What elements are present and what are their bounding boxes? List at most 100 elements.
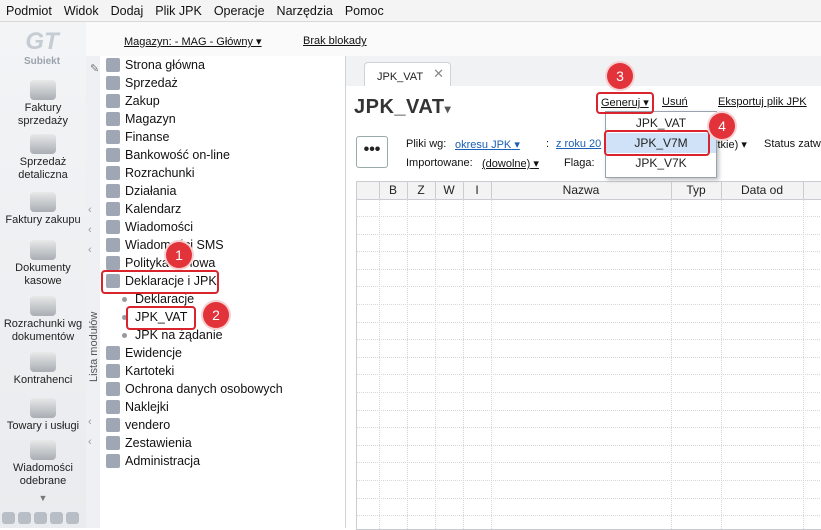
launcher-rozrachunki[interactable]: Rozrachunki wg dokumentów <box>0 296 86 344</box>
menu-operacje[interactable]: Operacje <box>208 4 271 18</box>
tree-item-bankowosc[interactable]: Bankowość on-line <box>106 146 230 164</box>
chevron-down-icon: ▾ <box>256 36 262 48</box>
tree-item-vendero[interactable]: vendero <box>106 416 170 434</box>
chevron-down-icon: ▾ <box>514 139 520 151</box>
menu-podmiot[interactable]: Podmiot <box>0 4 58 18</box>
blokady-link[interactable]: Brak blokady <box>303 35 367 47</box>
launcher-faktury-zakupu[interactable]: Faktury zakupu <box>0 192 86 227</box>
admin-icon <box>106 454 120 468</box>
step-badge-4: 4 <box>709 113 735 139</box>
jpk-grid[interactable]: B Z W I Nazwa Typ Data od <box>356 181 821 530</box>
grid-col-typ[interactable]: Typ <box>671 182 722 199</box>
tree-item-ochrona-danych[interactable]: Ochrona danych osobowych <box>106 380 283 398</box>
launcher-kontrahenci[interactable]: Kontrahenci <box>0 352 86 387</box>
tree-item-finanse[interactable]: Finanse <box>106 128 169 146</box>
grid-row-line <box>357 480 821 481</box>
small-view-icon[interactable] <box>2 512 15 524</box>
launcher-bottom-icons <box>2 512 79 524</box>
tab-jpk-vat[interactable]: JPK_VAT ✕ <box>364 62 451 89</box>
finance-icon <box>106 130 120 144</box>
collapse-chevron-icon[interactable]: ‹ <box>88 204 92 216</box>
warehouse-icon <box>106 112 120 126</box>
more-options-button[interactable]: ••• <box>356 136 388 168</box>
dropdown-item-jpk-v7k[interactable]: JPK_V7K <box>606 153 716 173</box>
colon-separator: : <box>546 138 550 150</box>
export-jpk-button[interactable]: Eksportuj plik JPK <box>718 96 807 108</box>
grid-row-line <box>357 427 821 429</box>
tree-item-kartoteki[interactable]: Kartoteki <box>106 362 174 380</box>
tree-item-ewidencje[interactable]: Ewidencje <box>106 344 182 362</box>
grid-row-line <box>357 497 821 499</box>
bullet-icon <box>122 296 127 302</box>
calendar-icon <box>106 202 120 216</box>
period-select-tail[interactable]: stkie) ▾ <box>712 138 747 151</box>
grid-row-line <box>357 216 821 217</box>
page-title[interactable]: JPK_VAT▾ <box>354 96 451 119</box>
grid-col-data-od[interactable]: Data od <box>721 182 804 199</box>
grid-col-nazwa[interactable]: Nazwa <box>491 182 672 199</box>
files-by-select[interactable]: okresu JPK ▾ <box>455 138 520 151</box>
contractor-person-icon <box>30 352 56 372</box>
small-people-icon[interactable] <box>50 512 63 524</box>
menu-widok[interactable]: Widok <box>58 4 105 18</box>
launcher-dokumenty-kasowe[interactable]: Dokumenty kasowe <box>0 240 86 288</box>
collapse-chevron-icon[interactable]: ‹ <box>88 244 92 256</box>
tab-bar: JPK_VAT ✕ <box>346 56 821 89</box>
close-icon[interactable]: ✕ <box>433 66 444 82</box>
tree-item-zestawienia[interactable]: Zestawienia <box>106 434 192 452</box>
menu-narzedzia[interactable]: Narzędzia <box>271 4 339 18</box>
tree-item-administracja[interactable]: Administracja <box>106 452 200 470</box>
grid-col-select[interactable] <box>357 182 380 199</box>
tree-item-wiadomosci-sms[interactable]: Wiadomości SMS <box>106 236 224 254</box>
bullet-icon <box>122 332 127 338</box>
launcher-towary-uslugi[interactable]: Towary i usługi <box>0 398 86 433</box>
collapse-chevron-icon[interactable]: ‹ <box>88 436 92 448</box>
tree-item-kalendarz[interactable]: Kalendarz <box>106 200 181 218</box>
grid-row-line <box>357 515 821 517</box>
records-icon <box>106 346 120 360</box>
delete-button[interactable]: Usuń <box>662 96 688 108</box>
grid-row-line <box>357 321 821 323</box>
step-badge-3: 3 <box>607 63 633 89</box>
grid-col-i[interactable]: I <box>463 182 492 199</box>
period-select[interactable]: z roku 20 <box>556 138 601 150</box>
menu-bar: Podmiot Widok Dodaj Plik JPK Operacje Na… <box>0 0 821 22</box>
chevron-down-icon: ▾ <box>533 158 539 170</box>
collapse-chevron-icon[interactable]: ‹ <box>88 224 92 236</box>
settlements-icon <box>30 296 56 316</box>
imported-select[interactable]: (dowolne) ▾ <box>482 157 539 170</box>
tree-item-naklejki[interactable]: Naklejki <box>106 398 169 416</box>
pin-icon[interactable]: ✎ <box>90 62 99 75</box>
menu-plik-jpk[interactable]: Plik JPK <box>149 4 208 18</box>
collapse-chevron-icon[interactable]: ‹ <box>88 416 92 428</box>
menu-dodaj[interactable]: Dodaj <box>105 4 150 18</box>
modules-strip[interactable]: ‹ ‹ ‹ Lista modułów ‹ ‹ <box>86 56 101 528</box>
launcher-wiadomosci-odebrane[interactable]: Wiadomości odebrane <box>0 440 86 488</box>
launcher-sprzedaz-detaliczna[interactable]: Sprzedaż detaliczna <box>0 134 86 182</box>
small-cube-icon[interactable] <box>66 512 79 524</box>
settlements-icon <box>106 166 120 180</box>
tree-item-zakup[interactable]: Zakup <box>106 92 160 110</box>
grid-row-line <box>357 233 821 235</box>
tree-item-sprzedaz[interactable]: Sprzedaż <box>106 74 178 92</box>
launcher-faktury-sprzedazy[interactable]: Faktury sprzedaży <box>0 80 86 128</box>
tree-item-dzialania[interactable]: Działania <box>106 182 176 200</box>
highlight-deklaracje-i-jpk <box>101 270 219 294</box>
purchase-icon <box>106 94 120 108</box>
tree-item-rozrachunki[interactable]: Rozrachunki <box>106 164 194 182</box>
grid-col-w[interactable]: W <box>435 182 464 199</box>
highlight-generate <box>596 92 654 114</box>
small-stack-icon[interactable] <box>18 512 31 524</box>
messages-envelope-icon <box>30 440 56 460</box>
grid-col-b[interactable]: B <box>379 182 408 199</box>
tree-item-strona-glowna[interactable]: Strona główna <box>106 56 205 74</box>
tree-item-wiadomosci[interactable]: Wiadomości <box>106 218 193 236</box>
menu-pomoc[interactable]: Pomoc <box>339 4 390 18</box>
grid-col-z[interactable]: Z <box>407 182 436 199</box>
small-doc-icon[interactable] <box>34 512 47 524</box>
status-label: Status zatw <box>764 138 821 150</box>
launcher-scroll-down-icon[interactable]: ▼ <box>0 492 86 505</box>
magazyn-selector[interactable]: Magazyn: - MAG - Główny ▾ <box>124 35 262 48</box>
tree-item-magazyn[interactable]: Magazyn <box>106 110 176 128</box>
envelope-icon <box>106 220 120 234</box>
